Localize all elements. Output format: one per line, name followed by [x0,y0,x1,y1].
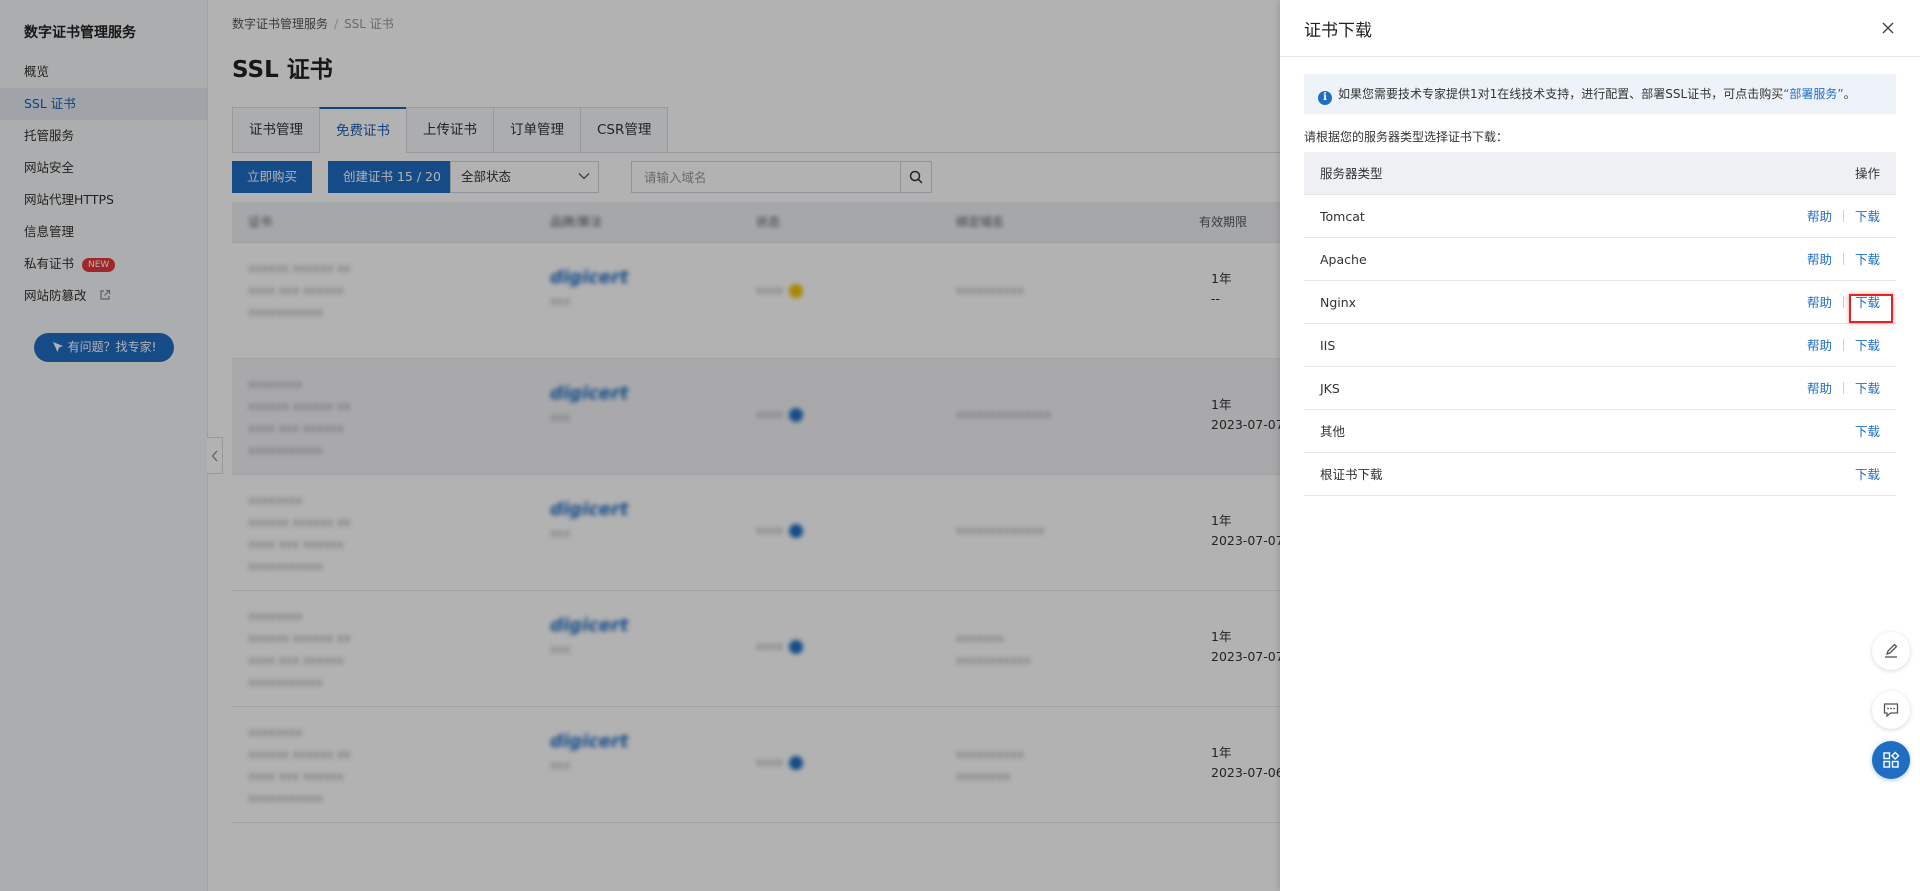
download-instruction: 请根据您的服务器类型选择证书下载： [1304,130,1509,144]
server-name: Nginx [1320,295,1357,310]
feedback-edit-button[interactable] [1872,632,1910,670]
download-link[interactable]: 下载 [1855,338,1880,353]
apps-button[interactable] [1872,741,1910,779]
server-row-tomcat: Tomcat 帮助 下载 [1304,195,1896,238]
download-link-nginx-highlighted[interactable]: 下载 [1848,281,1894,324]
chat-icon [1883,703,1899,718]
help-link[interactable]: 帮助 [1807,209,1832,224]
server-name: JKS [1320,381,1340,396]
server-name: Tomcat [1320,209,1365,224]
server-name: 根证书下载 [1320,467,1383,482]
notice-text: 如果您需要技术专家提供1对1在线技术支持，进行配置、部署SSL证书，可点击购买 [1338,87,1784,101]
column-header-action: 操作 [1854,166,1880,181]
help-link[interactable]: 帮助 [1807,252,1832,267]
server-name: IIS [1320,338,1336,353]
help-link[interactable]: 帮助 [1807,338,1832,353]
download-link[interactable]: 下载 [1855,467,1880,482]
download-link[interactable]: 下载 [1855,424,1880,439]
info-icon: i [1318,91,1332,105]
server-row-other: 其他 下载 [1304,410,1896,453]
apps-icon [1883,751,1900,768]
modal-overlay[interactable] [0,0,1280,891]
cert-download-drawer: 证书下载 i 如果您需要技术专家提供1对1在线技术支持，进行配置、部署SSL证书，… [1280,0,1920,891]
chat-button[interactable] [1872,691,1910,729]
server-name: Apache [1320,252,1367,267]
server-row-apache: Apache 帮助 下载 [1304,238,1896,281]
server-row-nginx: Nginx 帮助 下载 [1304,281,1896,324]
download-link[interactable]: 下载 [1855,381,1880,396]
column-header-server-type: 服务器类型 [1320,166,1383,181]
help-link[interactable]: 帮助 [1807,295,1832,310]
drawer-header: 证书下载 [1280,0,1920,57]
notice-end: 。 [1843,87,1856,101]
help-link[interactable]: 帮助 [1807,381,1832,396]
close-button[interactable] [1880,20,1896,36]
server-row-jks: JKS 帮助 下载 [1304,367,1896,410]
server-type-table: 服务器类型 操作 Tomcat 帮助 下载 Apache 帮助 下载 Nginx 帮… [1304,152,1896,496]
server-name: 其他 [1320,424,1346,439]
close-icon [1882,22,1894,34]
edit-icon [1885,643,1898,658]
server-row-iis: IIS 帮助 下载 [1304,324,1896,367]
download-link[interactable]: 下载 [1855,209,1880,224]
server-row-root-cert: 根证书下载 下载 [1304,453,1896,496]
info-notice: i 如果您需要技术专家提供1对1在线技术支持，进行配置、部署SSL证书，可点击购买… [1304,74,1896,114]
download-link[interactable]: 下载 [1855,252,1880,267]
deploy-service-link[interactable]: “部署服务” [1783,87,1843,101]
drawer-title: 证书下载 [1304,21,1372,41]
table-header: 服务器类型 操作 [1304,152,1896,195]
